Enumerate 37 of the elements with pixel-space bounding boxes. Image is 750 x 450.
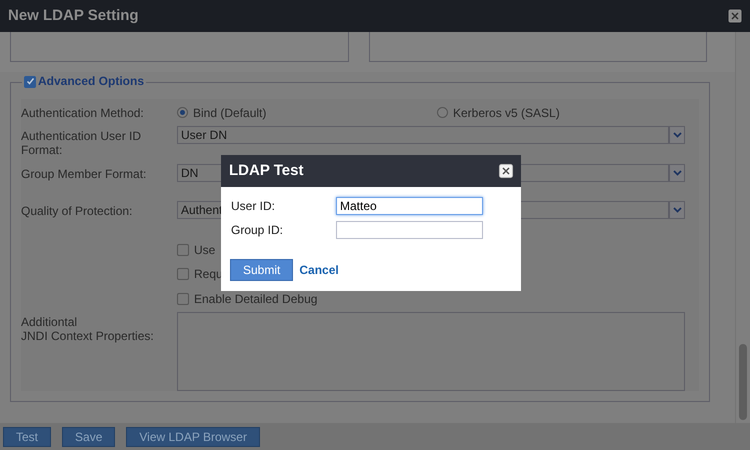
field-label: Group ID: (231, 222, 284, 239)
field-label: Authentication User ID Format: (21, 128, 142, 158)
field-label: Additiontal JNDI Context Properties: (21, 314, 155, 343)
field-label: Quality of Protection: (21, 203, 134, 218)
close-icon[interactable] (728, 9, 742, 23)
chevron-icon (672, 170, 682, 176)
cancel-link[interactable]: Cancel (299, 261, 339, 279)
footer-button[interactable]: Test (3, 426, 52, 446)
checkbox-label: Enable Detailed Debug (194, 290, 318, 308)
radio-button[interactable] (437, 107, 448, 118)
scrollbar-thumb[interactable] (739, 344, 747, 420)
radio-label: Kerberos v5 (SASL) (453, 104, 560, 122)
close-icon[interactable] (499, 164, 513, 178)
checkbox[interactable] (177, 244, 189, 256)
section-title: Advanced Options (38, 74, 144, 89)
footer-button[interactable]: Save (62, 426, 116, 446)
checkbox[interactable] (177, 268, 189, 280)
checkbox[interactable] (24, 76, 36, 88)
radio-label: Bind (Default) (193, 104, 266, 122)
input-field[interactable] (336, 221, 483, 239)
field-label: User ID: (231, 198, 276, 215)
dialog-title: LDAP Test (229, 160, 304, 181)
chevron-icon (672, 132, 682, 138)
text-area[interactable] (177, 312, 685, 391)
footer-button[interactable]: View LDAP Browser (126, 426, 260, 446)
dropdown-button[interactable] (669, 164, 685, 182)
submit-button[interactable]: Submit (230, 259, 294, 281)
dropdown-button[interactable] (669, 126, 685, 144)
field-label: Authentication Method: (21, 104, 145, 122)
window-title: New LDAP Setting (8, 6, 139, 26)
radio-button[interactable] (177, 107, 188, 118)
checkbox-label: Use (194, 242, 216, 259)
checkbox[interactable] (177, 292, 189, 305)
dropdown-button[interactable] (669, 201, 685, 220)
field-label: Group Member Format: (21, 166, 148, 181)
chevron-icon (672, 207, 682, 214)
input-field[interactable]: Matteo (336, 197, 483, 215)
